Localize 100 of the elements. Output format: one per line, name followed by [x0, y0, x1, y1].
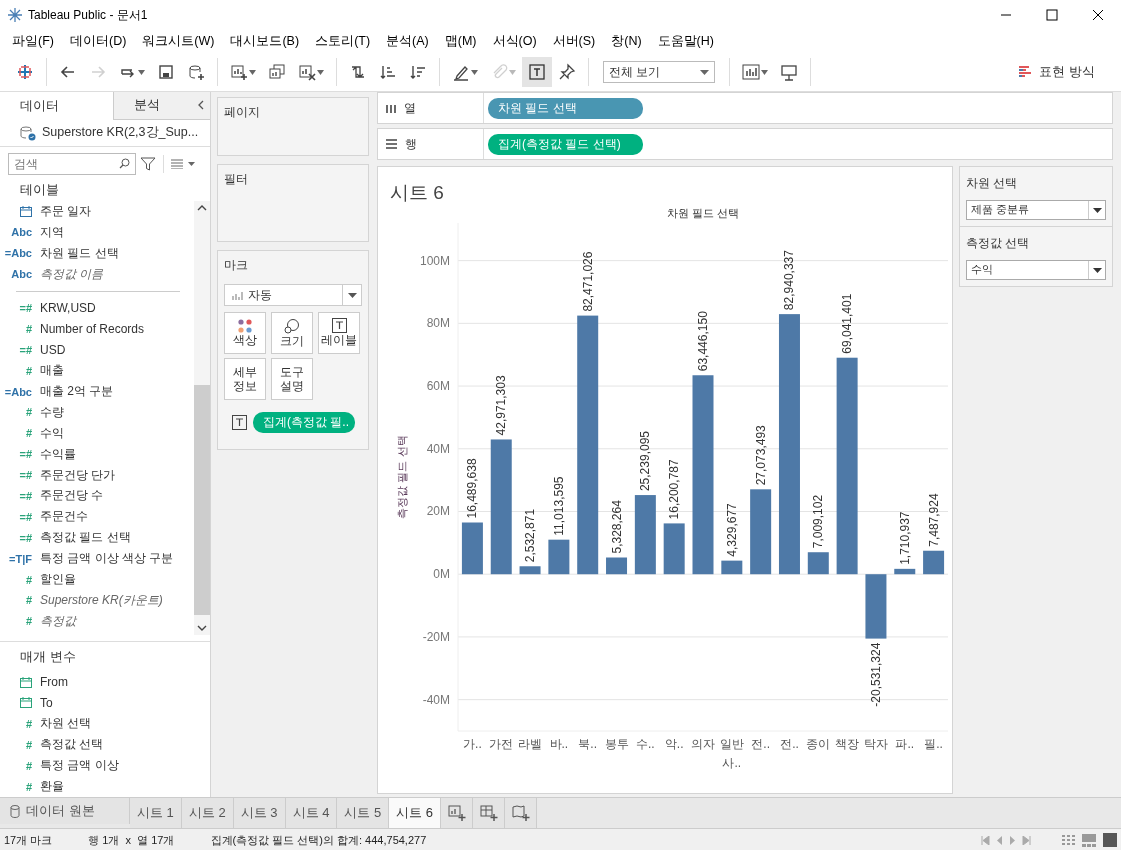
menu-item[interactable]: 서버(S): [544, 33, 604, 50]
bar[interactable]: [778, 314, 800, 575]
caret-icon: [761, 69, 768, 75]
mark-type-dropdown[interactable]: 자동: [224, 284, 362, 306]
collapse-icon[interactable]: [197, 100, 204, 111]
field-name[interactable]: 매출 2억 구분: [40, 383, 114, 400]
show-me-button[interactable]: 표현 방식: [1013, 62, 1101, 82]
bar[interactable]: [865, 574, 887, 639]
filter-icon[interactable]: [140, 155, 156, 172]
field-name[interactable]: 측정값 필드 선택: [40, 529, 131, 547]
bar[interactable]: [923, 550, 945, 575]
menu-item[interactable]: 데이터(D): [61, 33, 135, 50]
field-name[interactable]: From: [40, 675, 68, 690]
datasource-name[interactable]: Superstore KR(2,3강_Sup...: [42, 124, 199, 142]
menu-item[interactable]: 서식(O): [484, 33, 545, 50]
parameter-dropdown[interactable]: 수익: [966, 260, 1106, 280]
field-name[interactable]: Superstore KR(카운트): [40, 591, 163, 609]
menu-item[interactable]: 스토리(T): [307, 33, 379, 50]
field-type-icon: #: [25, 759, 32, 772]
axis-tick-label: 0M: [433, 567, 450, 582]
field-name[interactable]: To: [40, 696, 53, 710]
pane-tab[interactable]: 분석: [113, 92, 210, 120]
field-name[interactable]: 할인율: [40, 571, 76, 589]
sheet-tab[interactable]: 시트 6: [389, 798, 442, 828]
menu-item[interactable]: 창(N): [603, 33, 650, 50]
datasource-tab[interactable]: 데이터 원본: [0, 798, 130, 824]
bar[interactable]: [577, 315, 599, 575]
field-type-icon: =#: [19, 448, 32, 461]
field-name[interactable]: 측정값 이름: [40, 265, 104, 283]
bar[interactable]: [663, 523, 685, 575]
field-name[interactable]: 차원 선택: [40, 715, 92, 733]
field-type-icon: #: [25, 322, 32, 335]
search-field[interactable]: 검색: [8, 152, 136, 175]
menu-item[interactable]: 도움말(H): [649, 33, 722, 50]
bar[interactable]: [750, 489, 772, 575]
previous-icon[interactable]: [996, 835, 1003, 845]
first-page-icon[interactable]: [981, 835, 990, 845]
bar[interactable]: [692, 375, 714, 575]
menu-item[interactable]: 대시보드(B): [222, 33, 308, 50]
new-dashboard-button[interactable]: [473, 798, 506, 828]
toolbar-button[interactable]: [522, 57, 552, 87]
grid-view-icon[interactable]: [1061, 834, 1075, 846]
scrollbar[interactable]: [194, 200, 210, 635]
new-story-button[interactable]: [505, 798, 538, 828]
bar[interactable]: [519, 566, 541, 575]
last-page-icon[interactable]: [1022, 835, 1031, 845]
field-name[interactable]: 주문건당 단가: [40, 466, 116, 484]
bar[interactable]: [634, 495, 656, 575]
menu-item[interactable]: 워크시트(W): [134, 33, 223, 50]
sheet-tab[interactable]: 시트 4: [285, 798, 338, 828]
field-name[interactable]: 주문건수: [40, 508, 88, 526]
field-name[interactable]: 지역: [40, 223, 64, 241]
field-name[interactable]: 특정 금액 이상: [40, 757, 119, 775]
list-view-icon[interactable]: [171, 158, 195, 169]
bar[interactable]: [490, 439, 512, 575]
bar[interactable]: [807, 552, 829, 575]
marks-button[interactable]: 색상: [224, 312, 266, 354]
presentation-icon: [780, 63, 798, 81]
category-label: 파..: [895, 737, 915, 751]
sheet-tab[interactable]: 시트 3: [233, 798, 286, 828]
sheet-tab[interactable]: 시트 5: [337, 798, 390, 828]
caret-icon: [1092, 207, 1102, 213]
field-name[interactable]: 주문 일자: [40, 202, 92, 220]
sheet-tab[interactable]: 시트 2: [181, 798, 234, 828]
marks-button[interactable]: 도구 설명: [271, 358, 313, 400]
field-name[interactable]: KRW,USD: [40, 300, 96, 315]
field-name[interactable]: 주문건당 수: [40, 487, 104, 505]
field-name[interactable]: 측정값: [40, 612, 76, 630]
field-name[interactable]: 수량: [40, 403, 64, 421]
field-name[interactable]: 수익: [40, 424, 64, 442]
field-name[interactable]: 측정값 선택: [40, 736, 104, 754]
menu-item[interactable]: 파일(F): [4, 33, 62, 50]
bar[interactable]: [461, 522, 483, 575]
field-name[interactable]: 환율: [40, 778, 64, 796]
view-size-dropdown[interactable]: 전체 보기: [603, 61, 715, 83]
marks-button[interactable]: 세부 정보: [224, 358, 266, 400]
clear-chart-icon: [298, 63, 316, 81]
new-worksheet-button[interactable]: [441, 798, 474, 828]
field-name[interactable]: 특정 금액 이상 색상 구분: [40, 550, 174, 568]
menu-item[interactable]: 맵(M): [436, 33, 485, 50]
menu-item[interactable]: 분석(A): [378, 33, 437, 50]
axis-tick-label: -40M: [422, 692, 450, 707]
marks-button[interactable]: 레이블: [318, 312, 360, 354]
field-name[interactable]: 차원 필드 선택: [40, 244, 119, 262]
filmstrip-view-icon[interactable]: [1081, 833, 1097, 847]
color-dots-icon: [237, 318, 253, 333]
parameter-dropdown[interactable]: 제품 중분류: [966, 200, 1106, 220]
bar[interactable]: [606, 557, 628, 575]
marks-button[interactable]: 크기: [271, 312, 313, 354]
bar[interactable]: [894, 568, 916, 575]
sheet-tab[interactable]: 시트 1: [130, 798, 182, 828]
bar[interactable]: [721, 560, 743, 575]
field-name[interactable]: Number of Records: [40, 321, 145, 336]
bar[interactable]: [548, 539, 570, 575]
field-name[interactable]: USD: [40, 342, 66, 357]
field-name[interactable]: 매출: [40, 362, 64, 380]
next-icon[interactable]: [1009, 835, 1016, 845]
text-icon: [331, 318, 347, 333]
field-name[interactable]: 수익률: [40, 445, 76, 463]
bar[interactable]: [836, 357, 858, 575]
